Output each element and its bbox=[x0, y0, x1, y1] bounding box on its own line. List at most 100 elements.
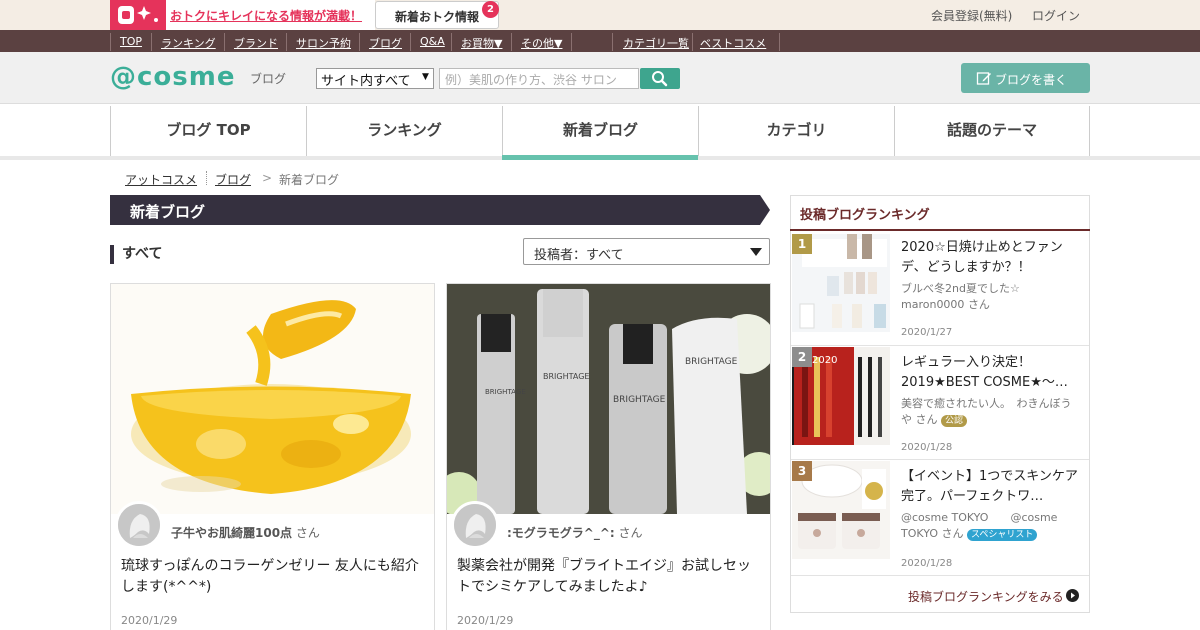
post-title[interactable]: 製薬会社が開発『ブライトエイジ』お試しセットでシミケアしてみましたよ♪ bbox=[457, 556, 762, 598]
nav-divider bbox=[410, 33, 411, 51]
ranking-more-link[interactable]: 投稿ブログランキングをみる bbox=[908, 588, 1064, 605]
svg-text:2020: 2020 bbox=[812, 355, 837, 366]
author-suffix: さん bbox=[618, 526, 643, 540]
tab-ranking[interactable]: ランキング bbox=[306, 106, 502, 156]
tab-topics[interactable]: 話題のテーマ bbox=[894, 106, 1090, 156]
ranking-author-name[interactable]: ブルべ冬2nd夏でした☆ maron0000 bbox=[901, 282, 1031, 311]
specialist-badge: スペシャリスト bbox=[966, 529, 1038, 541]
filter-label: すべて bbox=[110, 245, 162, 264]
ranking-divider bbox=[791, 459, 1089, 460]
section-title: 新着ブログ bbox=[130, 203, 206, 221]
nav-other[interactable]: その他▼ bbox=[521, 35, 562, 51]
ranking-author-suffix: さん bbox=[967, 298, 990, 311]
blog-card[interactable]: 子牛やお肌綺麗100点 さん 琉球すっぽんのコラーゲンゼリー 友人にも紹介します… bbox=[110, 283, 435, 630]
section-header bbox=[110, 195, 770, 225]
post-title[interactable]: 琉球すっぽんのコラーゲンゼリー 友人にも紹介します(*^^*) bbox=[121, 556, 426, 598]
nav-divider bbox=[511, 33, 512, 51]
author-filter-select[interactable]: 投稿者：すべて bbox=[523, 238, 770, 265]
post-thumbnail[interactable]: BRIGHTAGE BRIGHTAGE BRIGHTAGE BRIGHTAGE bbox=[447, 284, 770, 514]
author-filter-value: 投稿者：すべて bbox=[534, 248, 624, 263]
ranking-item-date: 2020/1/27 bbox=[901, 327, 953, 338]
ranking-title-line bbox=[790, 229, 1090, 231]
ranking-item-title[interactable]: 2020☆日焼け止めとファンデ、どうしますか？！ bbox=[901, 238, 1081, 278]
svg-text:BRIGHTAGE: BRIGHTAGE bbox=[613, 395, 666, 405]
nav-top[interactable]: TOP bbox=[120, 35, 142, 48]
search-input[interactable]: 例）美肌の作り方、渋谷 サロン bbox=[439, 68, 639, 89]
register-link[interactable]: 会員登録(無料) bbox=[931, 7, 1012, 24]
nav-best-cosme[interactable]: ベストコスメ bbox=[700, 35, 766, 51]
ranking-item-author: @cosme TOKYO @cosme TOKYO さん スペシャリスト bbox=[901, 510, 1081, 542]
author-name[interactable]: 子牛やお肌綺麗100点 bbox=[171, 526, 292, 540]
author-name[interactable]: :モグラモグラ^_^: bbox=[507, 526, 615, 540]
ranking-item-title[interactable]: レギュラー入り決定！2019★BEST COSME★～… bbox=[901, 353, 1081, 393]
breadcrumb-blog[interactable]: ブログ bbox=[215, 171, 251, 188]
promo-link[interactable]: おトクにキレイになる情報が満載！ bbox=[170, 7, 362, 24]
post-author[interactable]: 子牛やお肌綺麗100点 さん bbox=[171, 524, 320, 541]
official-badge: 公認 bbox=[941, 415, 968, 427]
section-header-notch bbox=[760, 195, 770, 225]
author-suffix: さん bbox=[295, 526, 320, 540]
ranking-title: 投稿ブログランキング bbox=[800, 208, 930, 223]
breadcrumb-current: 新着ブログ bbox=[279, 173, 340, 187]
nav-shopping[interactable]: お買物▼ bbox=[461, 35, 502, 51]
logo-subtitle: ブログ bbox=[250, 72, 287, 86]
search-icon bbox=[652, 71, 668, 87]
chevron-down-icon bbox=[750, 248, 762, 256]
breadcrumb-divider bbox=[206, 171, 207, 185]
post-date: 2020/1/29 bbox=[121, 614, 178, 627]
svg-text:BRIGHTAGE: BRIGHTAGE bbox=[685, 357, 738, 367]
ranking-divider bbox=[791, 345, 1089, 346]
svg-text:BRIGHTAGE: BRIGHTAGE bbox=[485, 388, 526, 396]
tab-new-blogs[interactable]: 新着ブログ bbox=[502, 106, 698, 156]
nav-divider bbox=[612, 33, 613, 51]
nav-divider bbox=[451, 33, 452, 51]
ranking-author-suffix: さん bbox=[915, 413, 938, 426]
write-blog-label[interactable]: ブログを書く bbox=[995, 71, 1067, 88]
nav-divider bbox=[286, 33, 287, 51]
rank-number: 1 bbox=[792, 234, 812, 254]
blog-card[interactable]: BRIGHTAGE BRIGHTAGE BRIGHTAGE BRIGHTAGE … bbox=[446, 283, 771, 630]
nav-divider bbox=[359, 33, 360, 51]
nav-qa[interactable]: Q&A bbox=[420, 35, 445, 48]
rank-number: 2 bbox=[792, 347, 812, 367]
ranking-item-date: 2020/1/28 bbox=[901, 442, 953, 453]
nav-category-list[interactable]: カテゴリ一覧 bbox=[623, 35, 689, 51]
avatar[interactable] bbox=[451, 501, 499, 549]
ranking-author-suffix: さん bbox=[941, 527, 964, 540]
nav-divider bbox=[692, 33, 693, 51]
ranking-item-author: ブルべ冬2nd夏でした☆ maron0000 さん bbox=[901, 281, 1081, 313]
tab-blog-top[interactable]: ブログ TOP bbox=[110, 106, 306, 156]
ranking-item-author: 美容で癒されたい人。 わきんぼうや さん 公認 bbox=[901, 396, 1081, 428]
nav-ranking[interactable]: ランキング bbox=[161, 35, 216, 51]
breadcrumb-home[interactable]: アットコスメ bbox=[125, 171, 197, 188]
active-tab-indicator bbox=[502, 155, 698, 160]
avatar[interactable] bbox=[115, 501, 163, 549]
nav-divider bbox=[224, 33, 225, 51]
pencil-icon bbox=[976, 72, 991, 85]
breadcrumb-separator: > bbox=[262, 171, 273, 185]
login-link[interactable]: ログイン bbox=[1032, 7, 1080, 24]
news-label[interactable]: 新着おトク情報 bbox=[395, 8, 479, 25]
cosme-logo[interactable]: @cosme bbox=[110, 62, 235, 92]
gift-icon[interactable] bbox=[110, 0, 166, 30]
nav-divider bbox=[151, 33, 152, 51]
ranking-divider bbox=[791, 575, 1089, 576]
nav-blog[interactable]: ブログ bbox=[369, 35, 402, 51]
ranking-item-title[interactable]: 【イベント】1つでスキンケア完了。パーフェクトワ… bbox=[901, 467, 1081, 507]
post-thumbnail[interactable] bbox=[111, 284, 434, 514]
chevron-down-icon[interactable]: ▼ bbox=[422, 72, 429, 82]
svg-text:BRIGHTAGE: BRIGHTAGE bbox=[543, 372, 589, 381]
tab-category[interactable]: カテゴリ bbox=[698, 106, 894, 156]
nav-brand[interactable]: ブランド bbox=[234, 35, 278, 51]
nav-divider bbox=[779, 33, 780, 51]
rank-number: 3 bbox=[792, 461, 812, 481]
arrow-right-icon[interactable] bbox=[1066, 589, 1079, 602]
search-scope-select[interactable]: サイト内すべて bbox=[316, 68, 434, 89]
nav-divider bbox=[571, 33, 572, 51]
nav-salon[interactable]: サロン予約 bbox=[296, 35, 351, 51]
main-tabs: ブログ TOP ランキング 新着ブログ カテゴリ 話題のテーマ bbox=[110, 106, 1090, 156]
search-button[interactable] bbox=[640, 68, 680, 89]
post-author[interactable]: :モグラモグラ^_^: さん bbox=[507, 524, 643, 541]
nav-divider bbox=[110, 33, 111, 51]
news-count-badge: 2 bbox=[482, 1, 499, 18]
